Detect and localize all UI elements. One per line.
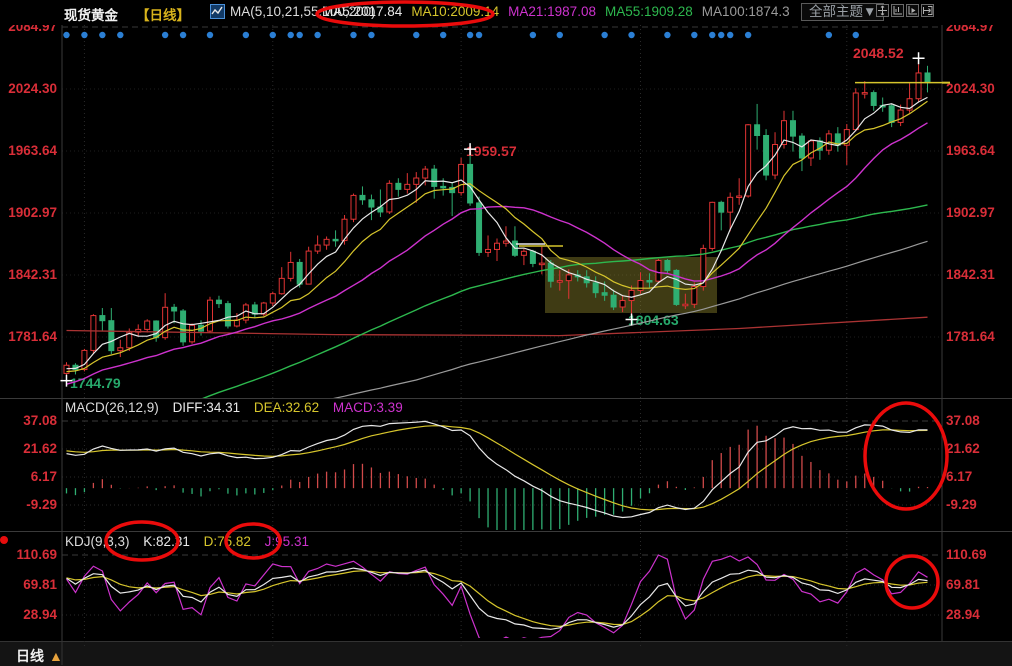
price-axis-label-right: 1842.31: [946, 267, 995, 282]
ma-legend: MA5:2017.84 MA10:2009.14 MA21:1987.08 MA55:…: [322, 4, 790, 19]
kdj-title: KDJ(9,3,3): [65, 534, 130, 549]
price-axis-label-right: 2024.30: [946, 81, 995, 96]
kdj-j-value: J:95.31: [265, 534, 309, 549]
mini-chart-icon: [210, 4, 225, 19]
period-label: 日线: [16, 648, 44, 664]
macd-dea-value: DEA:32.62: [254, 400, 319, 415]
price-marker-label: 2048.52: [853, 45, 904, 61]
macd-title: MACD(26,12,9): [65, 400, 159, 415]
chart-canvas[interactable]: [0, 0, 1012, 665]
kdj-axis-label-right: 110.69: [946, 547, 987, 562]
ma-legend-item: MA10:2009.14: [411, 4, 499, 19]
detach-pane-icon[interactable]: [921, 4, 934, 17]
kdj-axis-label-left: 69.81: [0, 577, 57, 592]
macd-axis-label-right: 21.62: [946, 441, 980, 456]
kdj-k-value: K:82.31: [143, 534, 190, 549]
period-selector[interactable]: 日线 ▲: [16, 646, 63, 666]
macd-panel-header: MACD(26,12,9) DIFF:34.31 DEA:32.62 MACD:…: [65, 400, 413, 415]
crosshair-move-icon[interactable]: [876, 4, 889, 17]
ma-legend-item: MA100:1874.3: [702, 4, 790, 19]
axis-scale-left-icon[interactable]: [891, 4, 904, 17]
price-axis-label-left: 1963.64: [0, 143, 57, 158]
price-axis-label-left: 1902.97: [0, 205, 57, 220]
macd-axis-label-left: -9.29: [0, 497, 57, 512]
instrument-name: 现货黄金: [64, 4, 118, 24]
time-axis-bar[interactable]: [0, 641, 1012, 666]
chart-toolbar: [876, 4, 934, 17]
annotation-handle-dot: [0, 536, 8, 544]
macd-axis-label-left: 21.62: [0, 441, 57, 456]
price-marker-label: 1744.79: [70, 375, 121, 391]
macd-axis-label-left: 6.17: [0, 469, 57, 484]
kdj-d-value: D:75.82: [204, 534, 251, 549]
ma-legend-item: MA55:1909.28: [605, 4, 693, 19]
ma-legend-item: MA21:1987.08: [508, 4, 596, 19]
ma-legend-item: MA5:2017.84: [322, 4, 402, 19]
price-axis-label-left: 1781.64: [0, 329, 57, 344]
macd-macd-value: MACD:3.39: [333, 400, 403, 415]
macd-axis-label-right: 37.08: [946, 413, 980, 428]
kdj-panel-header: KDJ(9,3,3) K:82.31 D:75.82 J:95.31: [65, 534, 319, 549]
kdj-axis-label-left: 110.69: [0, 547, 57, 562]
macd-axis-label-left: 37.08: [0, 413, 57, 428]
price-axis-label-left: 2024.30: [0, 81, 57, 96]
macd-axis-label-right: -9.29: [946, 497, 977, 512]
kline-period-tag: 【日线】: [136, 4, 190, 24]
triangle-up-icon: ▲: [49, 648, 63, 664]
price-axis-label-right: 1902.97: [946, 205, 995, 220]
kdj-axis-label-right: 28.94: [946, 607, 980, 622]
kdj-axis-label-right: 69.81: [946, 577, 980, 592]
chart-header: 现货黄金 【日线】 MA(5,10,21,55,100,200) MA5:201…: [0, 0, 1012, 25]
macd-axis-label-right: 6.17: [946, 469, 972, 484]
price-axis-label-left: 1842.31: [0, 267, 57, 282]
price-marker-label: 1804.63: [628, 312, 679, 328]
kdj-axis-label-left: 28.94: [0, 607, 57, 622]
macd-diff-value: DIFF:34.31: [173, 400, 241, 415]
price-marker-label: 1959.57: [466, 143, 517, 159]
theme-dropdown-button[interactable]: 全部主题▼: [801, 3, 884, 21]
axis-scale-right-icon[interactable]: [906, 4, 919, 17]
price-axis-label-right: 1781.64: [946, 329, 995, 344]
price-axis-label-right: 1963.64: [946, 143, 995, 158]
